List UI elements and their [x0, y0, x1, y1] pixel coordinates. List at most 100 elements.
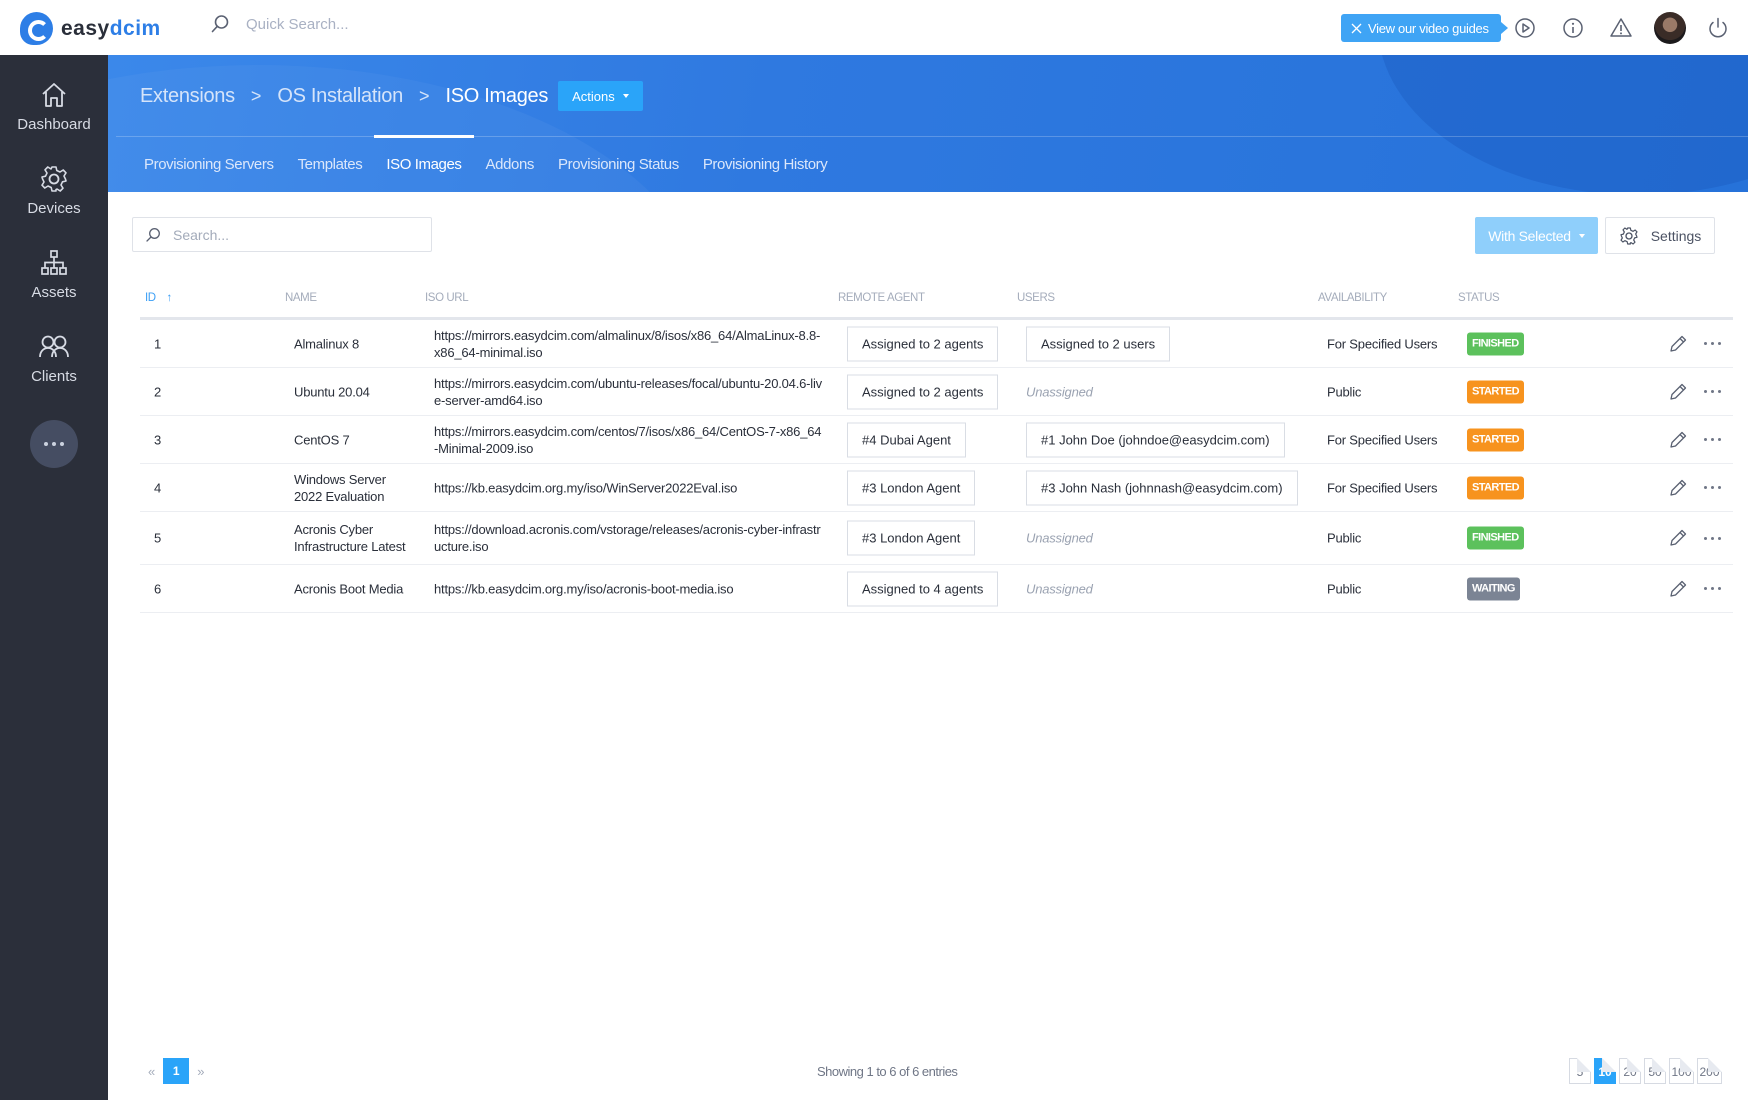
cell-status: STARTED [1467, 476, 1524, 499]
prev-page-icon[interactable]: « [148, 1064, 155, 1079]
row-actions [1668, 478, 1721, 498]
per-page-option[interactable]: 10 [1594, 1058, 1616, 1084]
column-header-id[interactable]: ID ↑ [145, 292, 172, 304]
info-icon[interactable] [1561, 16, 1585, 40]
table-row[interactable]: 5 Acronis Cyber Infrastructure Latest ht… [140, 512, 1733, 565]
tab-addons[interactable]: Addons [474, 136, 546, 192]
column-header-iso-url[interactable]: ISO URL [425, 292, 469, 304]
more-options-icon[interactable] [1704, 536, 1721, 540]
column-header-name[interactable]: NAME [285, 292, 317, 304]
sidebar-item-label: Dashboard [17, 116, 91, 133]
users-pill[interactable]: #1 John Doe (johndoe@easydcim.com) [1026, 422, 1285, 457]
next-page-icon[interactable]: » [197, 1064, 204, 1079]
entries-info: Showing 1 to 6 of 6 entries [817, 1064, 958, 1079]
users-pill[interactable]: #3 John Nash (johnnash@easydcim.com) [1026, 470, 1298, 505]
tab-provisioning-status[interactable]: Provisioning Status [546, 136, 691, 192]
column-header-remote-agent[interactable]: REMOTE AGENT [838, 292, 925, 304]
table-row[interactable]: 3 CentOS 7 https://mirrors.easydcim.com/… [140, 416, 1733, 464]
tabs: Provisioning Servers Templates ISO Image… [132, 135, 840, 192]
table-row[interactable]: 1 Almalinux 8 https://mirrors.easydcim.c… [140, 320, 1733, 368]
search-input[interactable] [173, 226, 403, 243]
sidebar-item-devices[interactable]: Devices [0, 164, 108, 217]
iso-images-table: ID ↑ NAME ISO URL REMOTE AGENT USERS AVA… [140, 280, 1733, 613]
status-badge: STARTED [1467, 380, 1524, 403]
per-page-option[interactable]: 100 [1669, 1058, 1694, 1084]
remote-agent-pill[interactable]: #3 London Agent [847, 520, 976, 556]
cell-id: 3 [154, 432, 162, 447]
cell-iso-url: https://mirrors.easydcim.com/almalinux/8… [434, 327, 821, 360]
per-page-option[interactable]: 50 [1644, 1058, 1666, 1084]
status-badge: FINISHED [1467, 332, 1524, 355]
quick-search[interactable]: Quick Search... [210, 14, 349, 34]
home-icon [42, 83, 66, 107]
cell-users: Unassigned [1026, 530, 1093, 547]
sidebar: Dashboard Devices Assets Clients [0, 55, 108, 1100]
video-guides-tooltip[interactable]: View our video guides [1341, 14, 1508, 42]
with-selected-button[interactable]: With Selected [1475, 217, 1598, 254]
tab-provisioning-history[interactable]: Provisioning History [691, 136, 840, 192]
actions-button[interactable]: Actions [558, 81, 643, 111]
table-row[interactable]: 4 Windows Server 2022 Evaluation https:/… [140, 464, 1733, 512]
cell-name: Ubuntu 20.04 [294, 384, 370, 399]
row-actions [1668, 528, 1721, 548]
edit-icon[interactable] [1668, 579, 1688, 599]
breadcrumb-os-installation[interactable]: OS Installation [277, 85, 403, 108]
remote-agent-pill[interactable]: Assigned to 4 agents [847, 571, 999, 606]
more-options-icon[interactable] [1704, 486, 1721, 489]
users-unassigned: Unassigned [1026, 384, 1093, 399]
video-guides-label[interactable]: View our video guides [1368, 21, 1489, 36]
edit-icon[interactable] [1668, 334, 1688, 354]
cell-users: #3 John Nash (johnnash@easydcim.com) [1026, 470, 1298, 505]
users-pill[interactable]: Assigned to 2 users [1026, 326, 1171, 361]
column-header-availability[interactable]: AVAILABILITY [1318, 292, 1387, 304]
tab-iso-images[interactable]: ISO Images [374, 135, 474, 192]
close-icon[interactable] [1351, 23, 1362, 34]
column-header-users[interactable]: USERS [1017, 292, 1055, 304]
play-icon[interactable] [1513, 16, 1537, 40]
edit-icon[interactable] [1668, 528, 1688, 548]
cell-remote-agent: #3 London Agent [847, 520, 976, 556]
remote-agent-pill[interactable]: #3 London Agent [847, 470, 976, 505]
more-options-icon[interactable] [1704, 390, 1721, 393]
logo[interactable]: easydcim [20, 12, 161, 45]
settings-button[interactable]: Settings [1605, 217, 1715, 254]
column-header-status[interactable]: STATUS [1458, 292, 1500, 304]
more-options-icon[interactable] [1704, 438, 1721, 441]
more-button[interactable] [30, 420, 78, 468]
remote-agent-pill[interactable]: Assigned to 2 agents [847, 326, 999, 361]
edit-icon[interactable] [1668, 430, 1688, 450]
per-page-selector: 5 10 20 50 100 200 [1569, 1058, 1722, 1084]
per-page-option[interactable]: 5 [1569, 1058, 1591, 1084]
chevron-right-icon: > [418, 85, 430, 106]
cell-iso-url: https://kb.easydcim.org.my/iso/acronis-b… [434, 581, 734, 596]
logo-text: easydcim [61, 17, 161, 41]
edit-icon[interactable] [1668, 478, 1688, 498]
tab-templates[interactable]: Templates [286, 136, 375, 192]
cell-id: 1 [154, 336, 162, 351]
more-options-icon[interactable] [1704, 587, 1721, 590]
remote-agent-pill[interactable]: Assigned to 2 agents [847, 374, 999, 409]
row-actions [1668, 579, 1721, 599]
remote-agent-pill[interactable]: #4 Dubai Agent [847, 422, 966, 457]
more-options-icon[interactable] [1704, 342, 1721, 345]
table-row[interactable]: 6 Acronis Boot Media https://kb.easydcim… [140, 565, 1733, 613]
warning-icon[interactable] [1609, 16, 1633, 40]
search-field[interactable] [132, 217, 432, 252]
tab-provisioning-servers[interactable]: Provisioning Servers [132, 136, 286, 192]
cell-status: STARTED [1467, 428, 1524, 451]
sidebar-item-clients[interactable]: Clients [0, 332, 108, 385]
power-icon[interactable] [1706, 16, 1730, 40]
per-page-option[interactable]: 200 [1697, 1058, 1722, 1084]
breadcrumb-extensions[interactable]: Extensions [140, 85, 235, 108]
avatar[interactable] [1654, 12, 1686, 44]
page-button[interactable]: 1 [163, 1058, 190, 1084]
table-row[interactable]: 2 Ubuntu 20.04 https://mirrors.easydcim.… [140, 368, 1733, 416]
sidebar-item-dashboard[interactable]: Dashboard [0, 80, 108, 133]
row-actions [1668, 334, 1721, 354]
brand-prefix: easy [61, 16, 110, 40]
sidebar-item-assets[interactable]: Assets [0, 248, 108, 301]
per-page-option[interactable]: 20 [1619, 1058, 1641, 1084]
edit-icon[interactable] [1668, 382, 1688, 402]
quick-search-input[interactable]: Quick Search... [246, 16, 349, 33]
status-badge: STARTED [1467, 428, 1524, 451]
